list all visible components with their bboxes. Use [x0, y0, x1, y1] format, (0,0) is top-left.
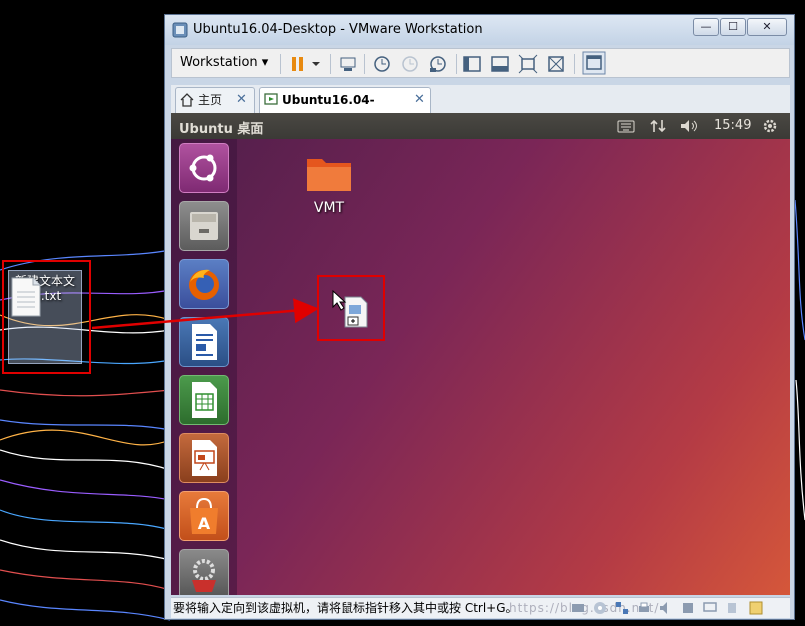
drag-arrow [91, 298, 319, 330]
